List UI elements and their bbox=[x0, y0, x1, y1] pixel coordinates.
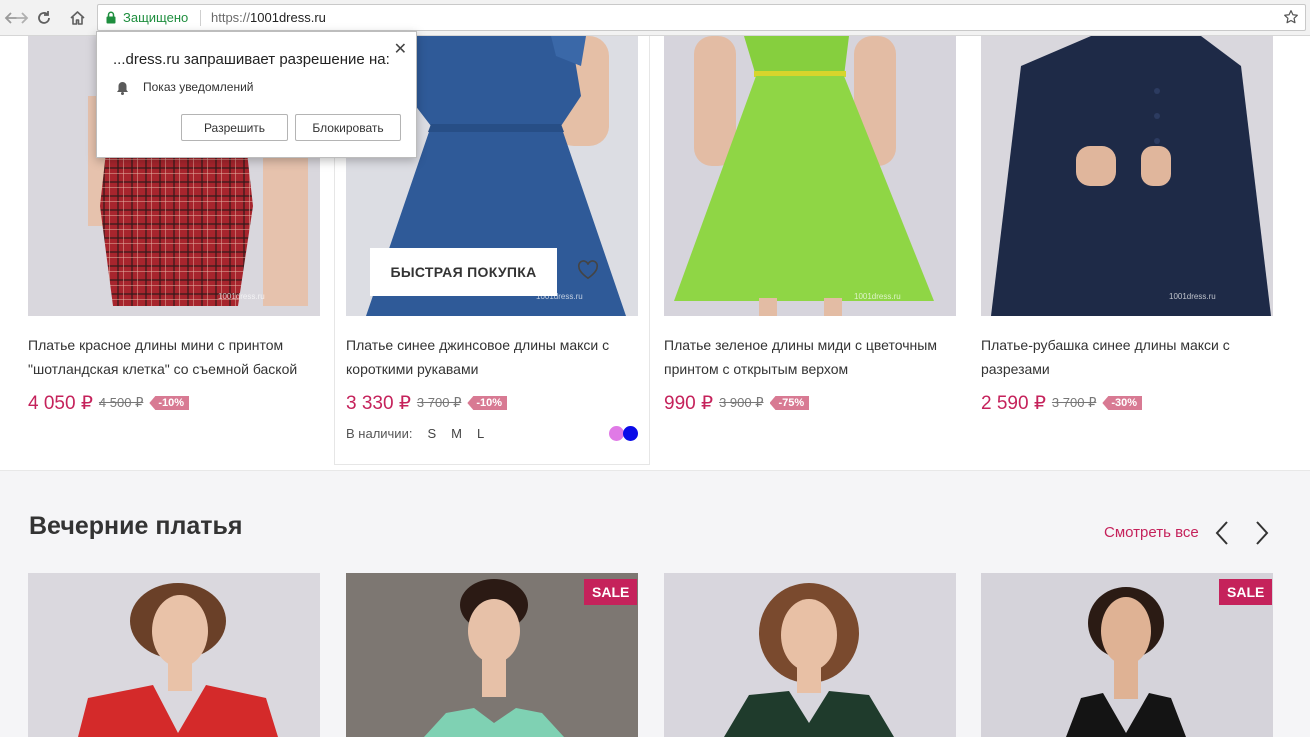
allow-button[interactable]: Разрешить bbox=[181, 114, 288, 141]
price-2: 3 330 ₽ bbox=[346, 392, 411, 414]
price-1: 4 050 ₽ bbox=[28, 392, 93, 414]
url-host: 1001dress.ru bbox=[250, 10, 326, 25]
size-option-l[interactable]: L bbox=[477, 426, 484, 441]
size-option-s[interactable]: S bbox=[427, 426, 436, 441]
discount-badge-3: -75% bbox=[769, 396, 810, 410]
secure-label: Защищено bbox=[123, 10, 189, 25]
sale-badge-1: SALE bbox=[584, 579, 638, 605]
omnibox-divider bbox=[200, 10, 201, 26]
product-title-1[interactable]: Платье красное длины мини с принтом "шот… bbox=[28, 333, 320, 381]
permission-label: Показ уведомлений bbox=[143, 80, 254, 94]
discount-badge-2: -10% bbox=[467, 396, 508, 410]
evening-image-1[interactable] bbox=[28, 573, 320, 737]
product-title-1-line2: "шотландская клетка" со съемной баской bbox=[28, 361, 298, 377]
product-title-1-line1: Платье красное длины мини с принтом bbox=[28, 337, 284, 353]
price-line-2: 3 330 ₽ 3 700 ₽ -10% bbox=[346, 390, 508, 416]
price-3: 990 ₽ bbox=[664, 392, 714, 414]
svg-text:1001dress.ru: 1001dress.ru bbox=[218, 292, 265, 301]
stock-sizes: В наличии: S M L bbox=[346, 426, 484, 441]
bell-icon bbox=[116, 81, 129, 100]
heart-icon[interactable] bbox=[577, 260, 599, 285]
close-icon[interactable]: ✕ bbox=[394, 39, 407, 59]
quick-buy-button[interactable]: БЫСТРАЯ ПОКУПКА bbox=[370, 248, 557, 296]
sale-badge-2: SALE bbox=[1219, 579, 1273, 605]
price-line-3: 990 ₽ 3 900 ₽ -75% bbox=[664, 390, 810, 416]
evening-image-3[interactable] bbox=[664, 573, 956, 737]
color-swatch-blue[interactable] bbox=[623, 426, 638, 441]
svg-text:1001dress.ru: 1001dress.ru bbox=[854, 292, 901, 301]
svg-text:1001dress.ru: 1001dress.ru bbox=[1169, 292, 1216, 301]
old-price-4: 3 700 ₽ bbox=[1051, 395, 1097, 410]
block-button[interactable]: Блокировать bbox=[295, 114, 401, 141]
chevron-left-icon[interactable] bbox=[1213, 520, 1231, 551]
address-bar[interactable]: Защищено https://1001dress.ru bbox=[97, 4, 1306, 31]
see-all-link[interactable]: Смотреть все bbox=[1104, 524, 1199, 541]
url-text[interactable]: https://1001dress.ru bbox=[211, 10, 326, 25]
stock-label: В наличии: bbox=[346, 426, 413, 441]
size-option-m[interactable]: M bbox=[451, 426, 462, 441]
price-line-4: 2 590 ₽ 3 700 ₽ -30% bbox=[981, 390, 1143, 416]
chevron-right-icon[interactable] bbox=[1253, 520, 1271, 551]
product-title-2[interactable]: Платье синее джинсовое длины макси с кор… bbox=[346, 333, 638, 381]
forward-icon[interactable] bbox=[11, 7, 33, 29]
color-swatch-pink[interactable] bbox=[609, 426, 624, 441]
product-title-2-line1: Платье синее джинсовое длины макси с bbox=[346, 337, 610, 353]
product-title-2-line2: короткими рукавами bbox=[346, 361, 479, 377]
product-title-3-line1: Платье зеленое длины миди с цветочным bbox=[664, 337, 937, 353]
product-image-4[interactable]: 1001dress.ru bbox=[981, 36, 1273, 316]
discount-badge-4: -30% bbox=[1102, 396, 1143, 410]
reload-icon[interactable] bbox=[33, 7, 55, 29]
bookmark-star-icon[interactable] bbox=[1283, 9, 1299, 30]
product-title-3[interactable]: Платье зеленое длины миди с цветочным пр… bbox=[664, 333, 956, 381]
price-4: 2 590 ₽ bbox=[981, 392, 1046, 414]
product-image-3[interactable]: 1001dress.ru bbox=[664, 36, 956, 316]
home-icon[interactable] bbox=[66, 7, 88, 29]
product-title-4-line1: Платье-рубашка синее длины макси с bbox=[981, 337, 1230, 353]
popup-title: ...dress.ru запрашивает разрешение на: bbox=[113, 51, 390, 68]
price-line-1: 4 050 ₽ 4 500 ₽ -10% bbox=[28, 390, 190, 416]
old-price-2: 3 700 ₽ bbox=[416, 395, 462, 410]
product-title-3-line2: принтом с открытым верхом bbox=[664, 361, 849, 377]
lock-icon bbox=[106, 11, 116, 29]
old-price-1: 4 500 ₽ bbox=[98, 395, 144, 410]
product-title-4-line2: разрезами bbox=[981, 361, 1050, 377]
product-title-4[interactable]: Платье-рубашка синее длины макси с разре… bbox=[981, 333, 1273, 381]
notification-permission-popup: ...dress.ru запрашивает разрешение на: ✕… bbox=[96, 31, 417, 158]
section-title: Вечерние платья bbox=[29, 512, 243, 540]
url-scheme: https:// bbox=[211, 10, 251, 25]
old-price-3: 3 900 ₽ bbox=[719, 395, 764, 410]
discount-badge-1: -10% bbox=[149, 396, 190, 410]
